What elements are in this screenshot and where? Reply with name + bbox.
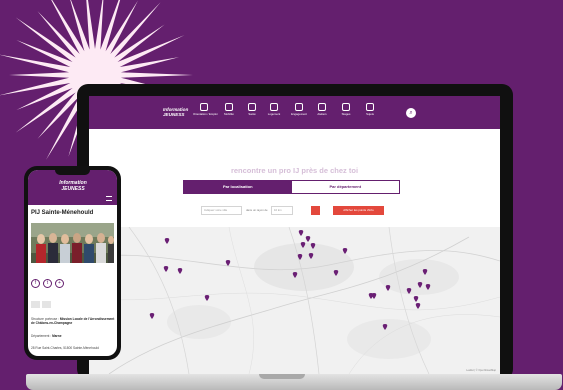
page-headline: rencontre un pro IJ près de chez toi [230, 166, 359, 175]
nav-item-label: Logement [267, 112, 281, 116]
tab-par-localisation[interactable]: Par localisation [184, 181, 292, 193]
map-view[interactable]: Leaflet | © OpenStreetMap [89, 227, 500, 374]
phone-logo[interactable]: Information JEUNESS [56, 180, 90, 192]
team-photo [31, 223, 114, 263]
structure-info: Structure porteuse : Mission Locale de l… [31, 317, 115, 325]
map-marker-icon[interactable] [413, 296, 419, 302]
map-marker-icon[interactable] [415, 303, 421, 309]
map-marker-icon[interactable] [305, 236, 311, 242]
nav-item-label: Mobilité [224, 112, 234, 116]
radius-label: dans un rayon de [246, 208, 268, 212]
map-marker-icon[interactable] [225, 260, 231, 266]
map-marker-icon[interactable] [149, 313, 155, 319]
site-logo[interactable]: Information JEUNESS [163, 107, 193, 117]
nav-item-7[interactable]: Sujets [359, 103, 381, 116]
radius-select[interactable]: 10 km [271, 206, 293, 215]
map-marker-icon[interactable] [204, 295, 210, 301]
nav-item-6[interactable]: Stages [335, 103, 357, 116]
laptop-notch [259, 374, 305, 379]
nav-item-label: Stages [341, 112, 351, 116]
geolocate-button[interactable] [311, 206, 320, 215]
phone-header: Information JEUNESS [28, 170, 117, 205]
map-marker-icon[interactable] [298, 230, 304, 236]
chat-icon [342, 103, 350, 111]
phone-notch [55, 169, 90, 175]
briefcase-icon [200, 103, 208, 111]
nav-item-label: Santé [248, 112, 256, 116]
share-icon[interactable]: + [55, 279, 64, 288]
facebook-icon[interactable]: f [31, 279, 40, 288]
phone-page-title: PIJ Sainte-Ménehould [31, 210, 94, 216]
nav-item-1[interactable]: Mobilité [218, 103, 240, 116]
nav-item-label: Ateliers [317, 112, 327, 116]
nav-item-label: Sujets [366, 112, 374, 116]
nav-item-4[interactable]: Engagement [288, 103, 310, 116]
nav-item-0[interactable]: Orientation / Emploi [193, 103, 218, 116]
map-attribution: Leaflet | © OpenStreetMap [466, 369, 496, 372]
map-marker-icon[interactable] [177, 268, 183, 274]
tag-icon [366, 103, 374, 111]
menu-icon[interactable] [106, 196, 112, 201]
nav-item-2[interactable]: Santé [241, 103, 263, 116]
nav-item-5[interactable]: Ateliers [311, 103, 333, 116]
map-marker-icon[interactable] [164, 238, 170, 244]
address-text: 28 Rue Saint-Charles, 51800 Sainte-Méneh… [31, 346, 99, 350]
phone-screen: Information JEUNESS PIJ Sainte-Ménehould… [28, 170, 117, 356]
heart-icon [248, 103, 256, 111]
map-canvas [89, 227, 500, 374]
site-header: Information JEUNESS Orientation / Emploi… [89, 96, 500, 129]
prev-button[interactable] [31, 301, 40, 308]
hand-icon [295, 103, 303, 111]
map-marker-icon[interactable] [163, 266, 169, 272]
next-button[interactable] [42, 301, 51, 308]
nav-item-3[interactable]: Logement [263, 103, 285, 116]
twitter-icon[interactable]: t [43, 279, 52, 288]
search-mode-tabs: Par localisation Par département [183, 180, 400, 194]
show-points-button[interactable]: Afficher les points d'info [333, 206, 384, 215]
people-icon [318, 103, 326, 111]
map-marker-icon[interactable] [368, 293, 374, 299]
tab-par-departement[interactable]: Par département [291, 181, 399, 193]
location-input[interactable]: Indiquez votre ville [201, 206, 242, 215]
map-marker-icon[interactable] [385, 285, 391, 291]
nav-item-label: Orientation / Emploi [193, 112, 218, 116]
department-info: Département : Marne [31, 334, 62, 338]
home-icon [270, 103, 278, 111]
search-icon[interactable]: ⌕ [406, 108, 416, 118]
nav-item-label: Engagement [291, 112, 307, 116]
bike-icon [225, 103, 233, 111]
laptop-screen: Information JEUNESS Orientation / Emploi… [89, 96, 500, 374]
